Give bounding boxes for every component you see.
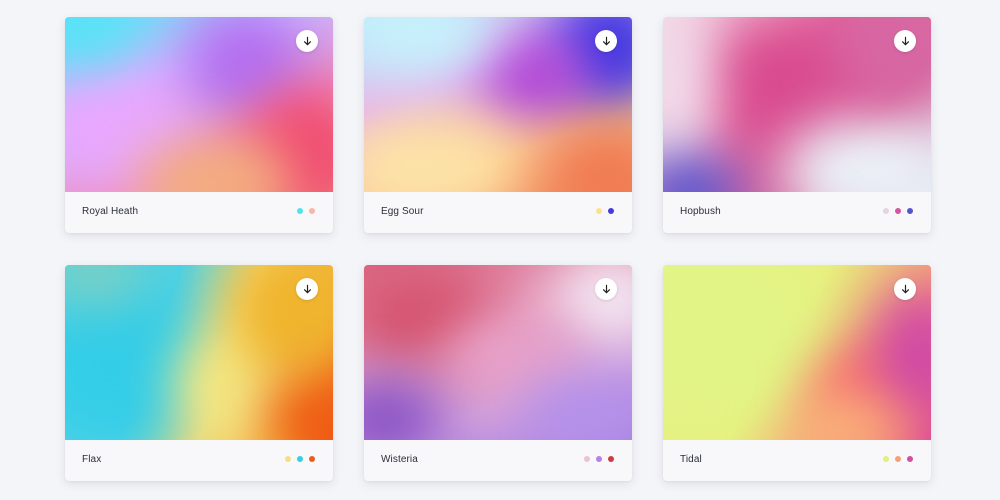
color-swatch[interactable] [309, 208, 315, 214]
download-button[interactable] [296, 30, 318, 52]
color-swatch[interactable] [883, 208, 889, 214]
color-swatch[interactable] [895, 208, 901, 214]
gradient-preview[interactable] [364, 17, 632, 192]
download-button[interactable] [894, 30, 916, 52]
card-footer: Royal Heath [65, 192, 333, 233]
gradient-card-tidal[interactable]: Tidal [663, 265, 931, 481]
color-swatch[interactable] [309, 456, 315, 462]
gradient-preview[interactable] [65, 17, 333, 192]
color-swatches [596, 208, 614, 214]
color-swatch[interactable] [883, 456, 889, 462]
card-footer: Egg Sour [364, 192, 632, 233]
color-swatches [883, 208, 913, 214]
gradient-preview[interactable] [663, 17, 931, 192]
color-swatch[interactable] [596, 208, 602, 214]
gradient-blob [663, 157, 743, 192]
gradient-blob [474, 37, 594, 117]
gradient-preview[interactable] [663, 265, 931, 440]
color-swatches [883, 456, 913, 462]
card-footer: Tidal [663, 440, 931, 481]
gradient-name: Wisteria [381, 454, 418, 465]
arrow-down-icon [602, 284, 610, 293]
color-swatches [285, 456, 315, 462]
color-swatch[interactable] [297, 456, 303, 462]
gradient-card-hopbush[interactable]: Hopbush [663, 17, 931, 233]
gradient-blob [364, 375, 444, 440]
gradient-name: Egg Sour [381, 206, 424, 217]
arrow-down-icon [303, 284, 311, 293]
card-footer: Hopbush [663, 192, 931, 233]
card-footer: Wisteria [364, 440, 632, 481]
gradient-blob [544, 127, 632, 192]
download-button[interactable] [296, 278, 318, 300]
color-swatch[interactable] [895, 456, 901, 462]
gradient-card-wisteria[interactable]: Wisteria [364, 265, 632, 481]
color-swatch[interactable] [584, 456, 590, 462]
arrow-down-icon [303, 36, 311, 45]
arrow-down-icon [602, 36, 610, 45]
gradient-blob [364, 117, 514, 192]
color-swatches [297, 208, 315, 214]
color-swatch[interactable] [297, 208, 303, 214]
gradient-card-egg-sour[interactable]: Egg Sour [364, 17, 632, 233]
color-swatch[interactable] [596, 456, 602, 462]
gradient-name: Hopbush [680, 206, 721, 217]
card-footer: Flax [65, 440, 333, 481]
gradient-preview[interactable] [364, 265, 632, 440]
arrow-down-icon [901, 284, 909, 293]
gradient-name: Tidal [680, 454, 702, 465]
download-button[interactable] [595, 278, 617, 300]
arrow-down-icon [901, 36, 909, 45]
color-swatch[interactable] [907, 208, 913, 214]
color-swatch[interactable] [608, 456, 614, 462]
gradient-preview[interactable] [65, 265, 333, 440]
color-swatches [584, 456, 614, 462]
download-button[interactable] [894, 278, 916, 300]
gradient-card-royal-heath[interactable]: Royal Heath [65, 17, 333, 233]
color-swatch[interactable] [907, 456, 913, 462]
gradient-name: Flax [82, 454, 102, 465]
gradient-name: Royal Heath [82, 206, 139, 217]
gradient-card-flax[interactable]: Flax [65, 265, 333, 481]
download-button[interactable] [595, 30, 617, 52]
gradient-blob [663, 265, 823, 425]
color-swatch[interactable] [608, 208, 614, 214]
color-swatch[interactable] [285, 456, 291, 462]
